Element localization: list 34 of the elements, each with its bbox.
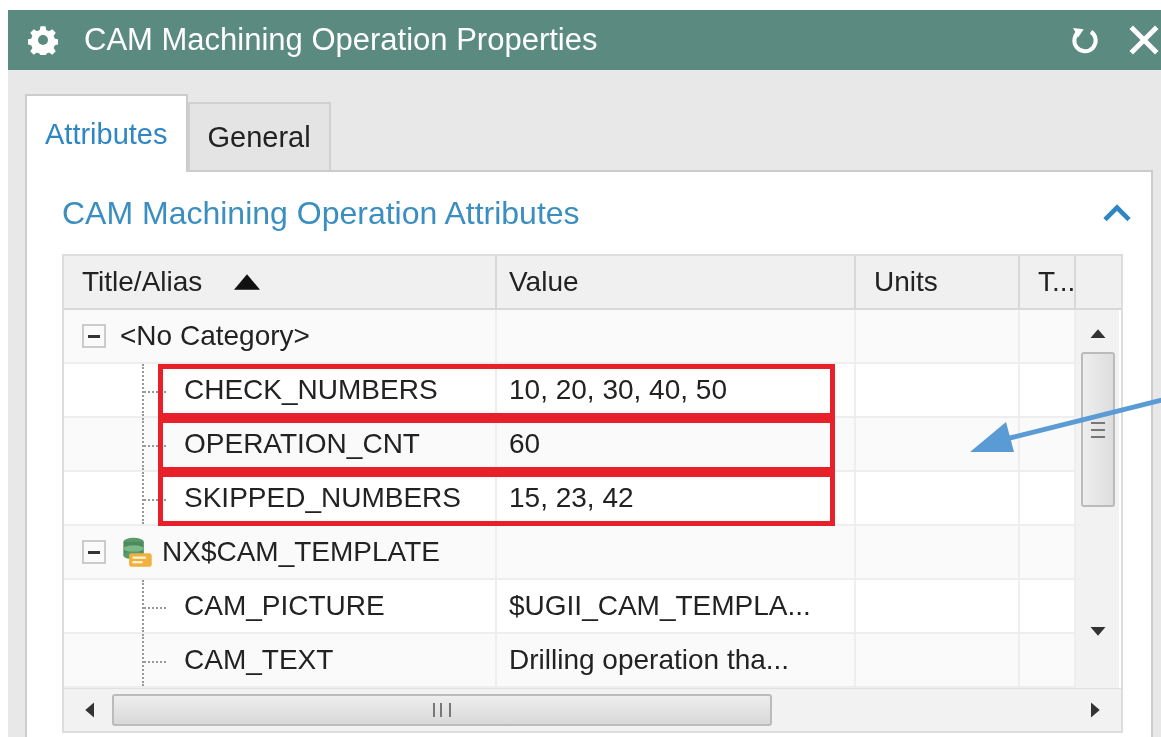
column-header[interactable]: Value <box>497 256 856 308</box>
collapse-toggle[interactable] <box>82 540 106 564</box>
attribute-title: CAM_PICTURE <box>184 590 385 622</box>
close-icon[interactable] <box>1127 23 1161 57</box>
vertical-scrollbar[interactable] <box>1076 310 1119 688</box>
collapse-toggle[interactable] <box>82 324 106 348</box>
attribute-title: SKIPPED_NUMBERS <box>184 482 461 514</box>
scroll-thumb[interactable] <box>1080 352 1115 507</box>
column-header[interactable]: Title/Alias <box>64 256 497 308</box>
attribute-title: CHECK_NUMBERS <box>184 374 438 406</box>
database-icon <box>120 535 154 569</box>
settings-icon[interactable] <box>28 25 58 55</box>
scroll-right-icon[interactable] <box>1091 702 1101 718</box>
attribute-value: $UGII_CAM_TEMPLA... <box>509 590 811 622</box>
attribute-title: CAM_TEXT <box>184 644 334 676</box>
attribute-title: <No Category> <box>120 320 310 352</box>
attribute-title: NX$CAM_TEMPLATE <box>162 536 440 568</box>
attribute-value: 60 <box>509 428 541 460</box>
column-header[interactable]: Units <box>856 256 1020 308</box>
attribute-title: OPERATION_CNT <box>184 428 420 460</box>
scroll-thumb[interactable] <box>112 694 772 726</box>
window-title: CAM Machining Operation Properties <box>84 22 599 58</box>
horizontal-scrollbar[interactable] <box>64 688 1121 731</box>
attribute-value: 15, 23, 42 <box>509 482 634 514</box>
section-title: CAM Machining Operation Attributes <box>62 194 581 232</box>
column-header[interactable]: T... <box>1020 256 1076 308</box>
chevron-icon[interactable] <box>1101 202 1133 224</box>
tab[interactable]: General <box>187 102 331 170</box>
attribute-value: Drilling operation tha... <box>509 644 790 676</box>
tab[interactable]: Attributes <box>25 94 188 172</box>
scroll-left-icon[interactable] <box>84 702 94 718</box>
attribute-value: 10, 20, 30, 40, 50 <box>509 374 727 406</box>
scroll-down-icon[interactable] <box>1089 627 1106 637</box>
scroll-up-icon[interactable] <box>1089 328 1106 338</box>
